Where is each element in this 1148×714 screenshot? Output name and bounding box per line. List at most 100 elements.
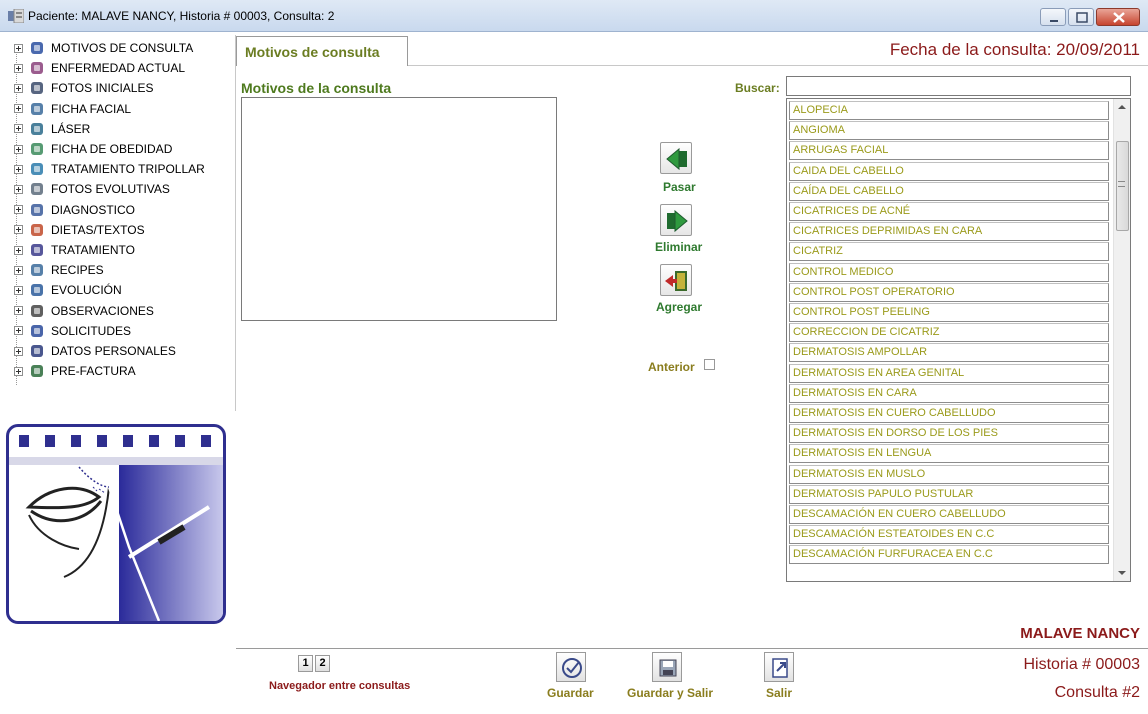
expand-icon[interactable] [14, 225, 23, 235]
tree-item-solicitudes[interactable]: SOLICITUDES [14, 321, 131, 341]
list-item[interactable]: CICATRICES DEPRIMIDAS EN CARA [789, 222, 1109, 242]
list-item[interactable]: CAIDA DEL CABELLO [789, 161, 1109, 181]
tree-item-evolución[interactable]: EVOLUCIÓN [14, 280, 122, 300]
list-item[interactable]: CONTROL MEDICO [789, 262, 1109, 282]
guardar-y-salir-button[interactable] [652, 652, 682, 682]
expand-icon[interactable] [14, 144, 23, 154]
list-item[interactable]: CONTROL POST OPERATORIO [789, 282, 1109, 302]
tree-item-pre-factura[interactable]: PRE-FACTURA [14, 361, 136, 381]
expand-icon[interactable] [14, 245, 23, 255]
tree-item-ficha-facial[interactable]: FICHA FACIAL [14, 99, 131, 119]
tree-item-label: DIAGNOSTICO [51, 202, 136, 217]
guardar-button[interactable] [556, 652, 586, 682]
tree-item-recipes[interactable]: RECIPES [14, 260, 104, 280]
expand-icon[interactable] [14, 346, 23, 356]
tab-label: Motivos de consulta [245, 44, 380, 60]
expand-icon[interactable] [14, 184, 23, 194]
list-item[interactable]: DERMATOSIS AMPOLLAR [789, 343, 1109, 363]
guardar-y-salir-label: Guardar y Salir [627, 686, 714, 700]
smiley-icon [29, 101, 45, 117]
close-button[interactable] [1096, 8, 1140, 26]
tree-item-fotos-iniciales[interactable]: FOTOS INICIALES [14, 78, 153, 98]
tree-item-tratamiento-tripollar[interactable]: TRATAMIENTO TRIPOLLAR [14, 159, 205, 179]
list-item[interactable]: DERMATOSIS EN CARA [789, 383, 1109, 403]
salir-button[interactable] [764, 652, 794, 682]
photos-icon [29, 181, 45, 197]
expand-icon[interactable] [14, 83, 23, 93]
list-item[interactable]: DERMATOSIS EN DORSO DE LOS PIES [789, 424, 1109, 444]
scroll-down-icon[interactable] [1118, 571, 1126, 575]
consultation-date: Fecha de la consulta: 20/09/2011 [889, 40, 1140, 59]
tree-item-láser[interactable]: LÁSER [14, 119, 90, 139]
expand-icon[interactable] [14, 205, 23, 215]
search-label: Buscar: [735, 81, 780, 95]
expand-icon[interactable] [14, 104, 23, 114]
list-item[interactable]: DERMATOSIS PAPULO PUSTULAR [789, 484, 1109, 504]
tree-item-diagnostico[interactable]: DIAGNOSTICO [14, 200, 135, 220]
eliminar-button[interactable] [660, 204, 692, 236]
list-item[interactable]: DESCAMACIÓN FURFURACEA EN C.C [789, 545, 1109, 565]
expand-icon[interactable] [14, 285, 23, 295]
consulta-page-2-button[interactable]: 2 [315, 655, 330, 672]
patient-name: MALAVE NANCY [1020, 625, 1140, 642]
list-item[interactable]: DERMATOSIS EN MUSLO [789, 464, 1109, 484]
motivos-catalog-list[interactable]: ALOPECIA ANGIOMA ARRUGAS FACIAL CAIDA DEL C… [786, 98, 1131, 582]
tree-item-label: DIETAS/TEXTOS [51, 222, 145, 237]
list-item[interactable]: DESCAMACIÓN ESTEATOIDES EN C.C [789, 525, 1109, 545]
scroll-up-icon[interactable] [1118, 105, 1126, 109]
list-item[interactable]: ALOPECIA [789, 101, 1109, 120]
list-item[interactable]: CICATRICES DE ACNÉ [789, 202, 1109, 221]
list-scrollbar[interactable] [1113, 99, 1130, 581]
expand-icon[interactable] [14, 164, 23, 174]
tree-item-label: SOLICITUDES [51, 323, 132, 338]
list-item[interactable]: CICATRIZ [789, 242, 1109, 262]
tree-item-observaciones[interactable]: OBSERVACIONES [14, 301, 154, 321]
list-item[interactable]: DESCAMACIÓN EN CUERO CABELLUDO [789, 505, 1109, 524]
expand-icon[interactable] [14, 265, 23, 275]
expand-icon[interactable] [14, 366, 23, 376]
consulta-page-1-button[interactable]: 1 [298, 655, 313, 672]
tree-item-tratamiento[interactable]: TRATAMIENTO [14, 240, 135, 260]
expand-icon[interactable] [14, 306, 23, 316]
search-input[interactable] [786, 76, 1131, 96]
save-check-icon [562, 658, 582, 678]
list-item[interactable]: DERMATOSIS EN CUERO CABELLUDO [789, 404, 1109, 423]
list-item[interactable]: CORRECCION DE CICATRIZ [789, 323, 1109, 343]
tree-item-ficha-de-obedidad[interactable]: FICHA DE OBEDIDAD [14, 139, 172, 159]
list-item[interactable]: ANGIOMA [789, 121, 1109, 141]
maximize-button[interactable] [1068, 8, 1094, 26]
list-item[interactable]: CONTROL POST PEELING [789, 303, 1109, 322]
tree-item-label: ENFERMEDAD ACTUAL [51, 61, 186, 76]
tree-item-datos-personales[interactable]: DATOS PERSONALES [14, 341, 176, 361]
pasar-label: Pasar [663, 180, 696, 194]
pasar-button[interactable] [660, 142, 692, 174]
tree-item-fotos-evolutivas[interactable]: FOTOS EVOLUTIVAS [14, 179, 170, 199]
tree-item-enfermedad-actual[interactable]: ENFERMEDAD ACTUAL [14, 58, 185, 78]
expand-icon[interactable] [14, 43, 23, 53]
minimize-button[interactable] [1040, 8, 1066, 26]
expand-icon[interactable] [14, 63, 23, 73]
expand-icon[interactable] [14, 124, 23, 134]
list-item[interactable]: DERMATOSIS EN AREA GENITAL [789, 363, 1109, 383]
tree-item-label: RECIPES [51, 263, 104, 278]
pencil-icon [29, 202, 45, 218]
title-bar: Paciente: MALAVE NANCY, Historia # 00003… [0, 0, 1148, 32]
tab-motivos-de-consulta[interactable]: Motivos de consulta [236, 36, 408, 66]
tree-item-motivos-de-consulta[interactable]: MOTIVOS DE CONSULTA [14, 38, 193, 58]
tree-item-dietas-textos[interactable]: DIETAS/TEXTOS [14, 220, 145, 240]
list-item[interactable]: ARRUGAS FACIAL [789, 141, 1109, 161]
tree-item-label: FOTOS EVOLUTIVAS [51, 182, 170, 197]
agregar-label: Agregar [656, 300, 703, 314]
tab-underline [408, 65, 1148, 66]
anterior-checkbox[interactable] [704, 359, 715, 370]
bottom-divider [236, 648, 1148, 649]
expand-icon[interactable] [14, 326, 23, 336]
tree-item-label: TRATAMIENTO TRIPOLLAR [51, 162, 205, 177]
agregar-button[interactable] [660, 264, 692, 296]
motivos-selected-list[interactable] [241, 97, 557, 321]
scroll-grip-icon [1118, 181, 1125, 187]
list-item[interactable]: DERMATOSIS EN LENGUA [789, 444, 1109, 464]
tree-item-label: PRE-FACTURA [51, 364, 136, 379]
scale-icon [29, 141, 45, 157]
list-item[interactable]: CAÍDA DEL CABELLO [789, 181, 1109, 201]
